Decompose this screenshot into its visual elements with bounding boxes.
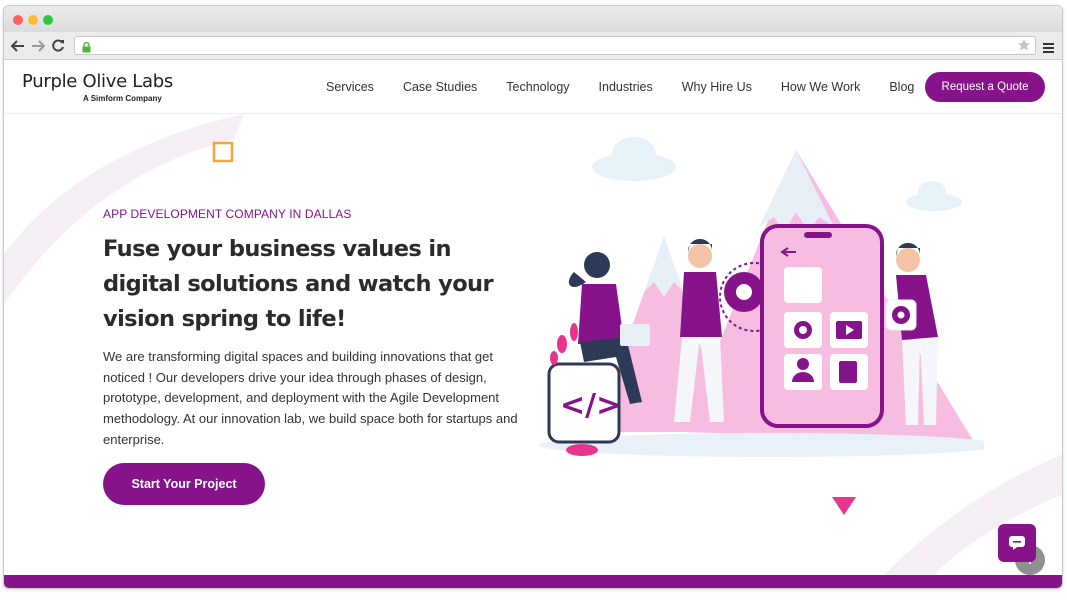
forward-arrow-icon[interactable] (28, 36, 48, 56)
logo-subtitle: A Simform Company (83, 94, 162, 103)
main-nav: Services Case Studies Technology Industr… (326, 80, 943, 94)
bottom-accent-bar (4, 575, 1062, 588)
hero-eyebrow: APP DEVELOPMENT COMPANY IN DALLAS (103, 207, 352, 221)
nav-technology[interactable]: Technology (506, 80, 569, 94)
title-bar (4, 6, 1062, 32)
nav-why-hire-us[interactable]: Why Hire Us (682, 80, 752, 94)
chat-bubble-icon (1009, 536, 1025, 550)
address-bar[interactable] (74, 36, 1036, 55)
nav-how-we-work[interactable]: How We Work (781, 80, 860, 94)
code-glyph: </> (560, 388, 621, 423)
hero-section: APP DEVELOPMENT COMPANY IN DALLAS Fuse y… (4, 114, 1062, 575)
smartphone-icon (760, 224, 884, 428)
nav-blog[interactable]: Blog (889, 80, 914, 94)
hero-illustration: </> (539, 137, 984, 515)
lock-icon (82, 40, 91, 58)
logo-title: Purple Olive Labs (22, 71, 173, 92)
browser-toolbar (4, 32, 1062, 60)
nav-case-studies[interactable]: Case Studies (403, 80, 477, 94)
bookmark-star-icon[interactable] (1017, 38, 1031, 57)
web-page: Purple Olive Labs A Simform Company Serv… (4, 61, 1062, 588)
hero-description: We are transforming digital spaces and b… (103, 349, 518, 447)
site-header: Purple Olive Labs A Simform Company Serv… (4, 61, 1062, 114)
hamburger-menu-icon[interactable] (1043, 40, 1054, 58)
reload-icon[interactable] (48, 36, 68, 56)
maximize-window-button[interactable] (43, 15, 53, 25)
back-arrow-icon[interactable] (8, 36, 28, 56)
close-window-button[interactable] (13, 15, 23, 25)
hero-headline: Fuse your business values in digital sol… (103, 236, 494, 332)
nav-industries[interactable]: Industries (599, 80, 653, 94)
nav-services[interactable]: Services (326, 80, 374, 94)
browser-window: Purple Olive Labs A Simform Company Serv… (3, 5, 1063, 589)
chat-widget-button[interactable] (998, 524, 1036, 562)
minimize-window-button[interactable] (28, 15, 38, 25)
request-quote-button[interactable]: Request a Quote (925, 72, 1045, 102)
start-project-button[interactable]: Start Your Project (103, 463, 265, 505)
site-logo[interactable]: Purple Olive Labs A Simform Company (22, 71, 173, 103)
